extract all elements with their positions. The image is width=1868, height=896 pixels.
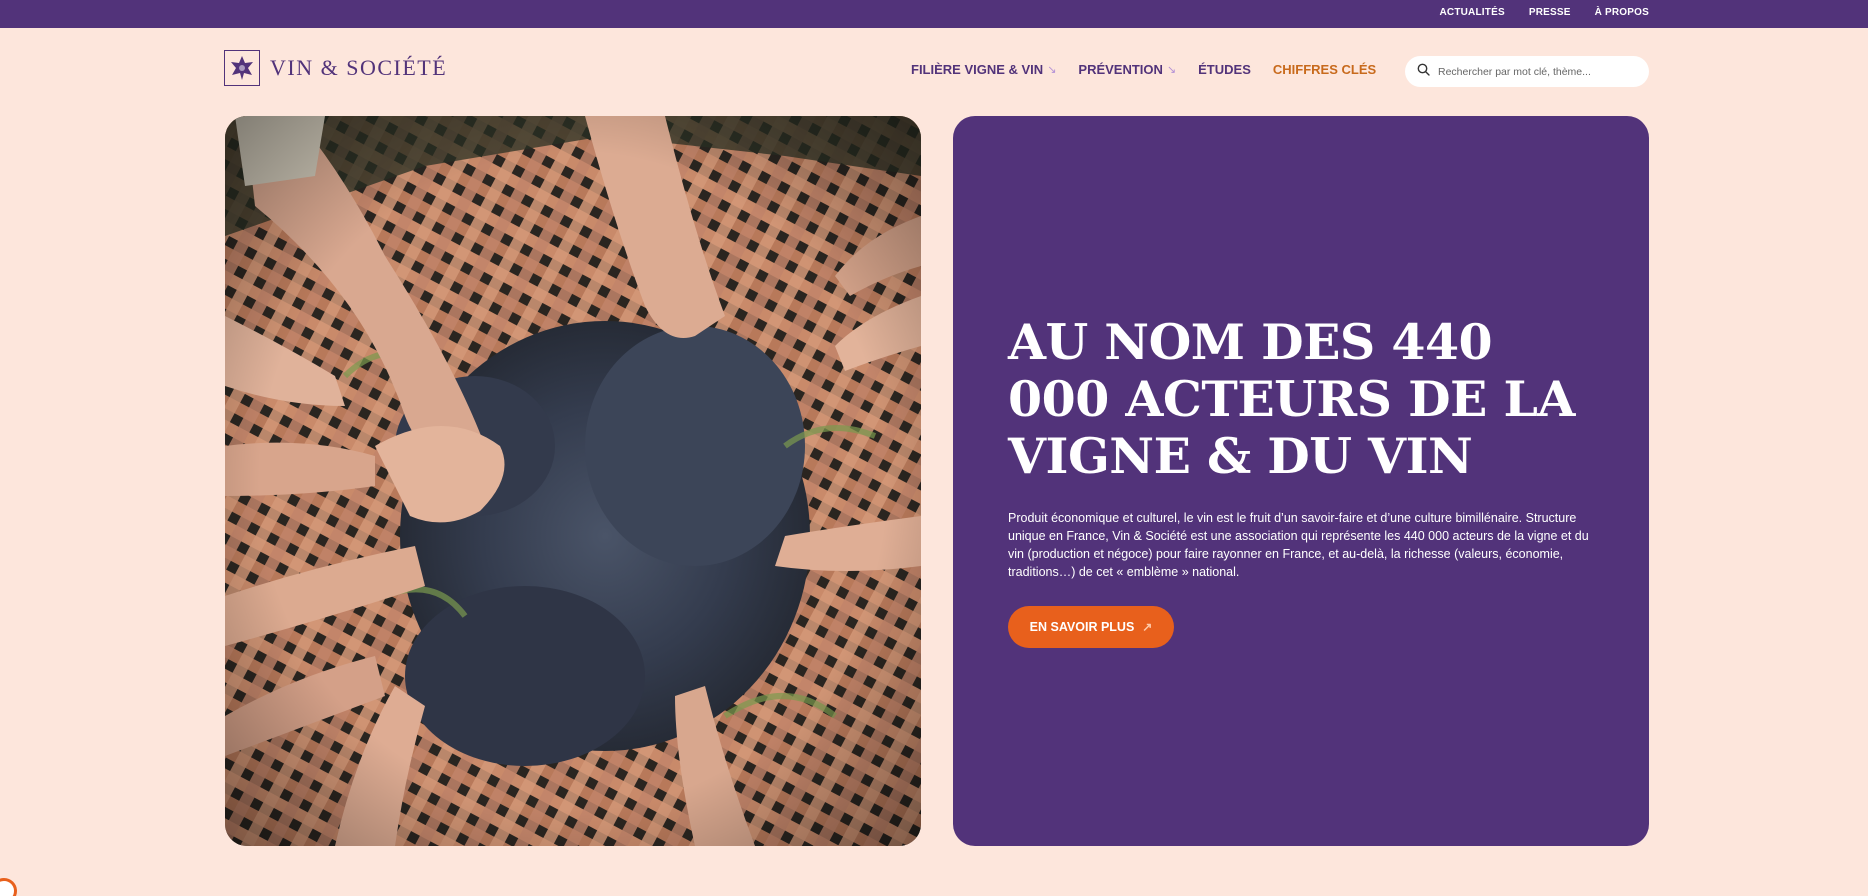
top-utility-bar: ACTUALITÉS PRESSE À PROPOS — [0, 0, 1868, 28]
grape-harvest-photo — [225, 116, 921, 846]
grape-leaf-icon — [224, 50, 260, 86]
nav-item-label: CHIFFRES CLÉS — [1272, 62, 1377, 77]
hero-card: AU NOM DES 440 000 ACTEURS DE LA VIGNE &… — [953, 116, 1649, 846]
nav-item-etudes[interactable]: ÉTUDES — [1198, 62, 1251, 77]
nav-item-label: PRÉVENTION — [1078, 62, 1163, 77]
nav-item-label: ÉTUDES — [1198, 62, 1251, 77]
utility-link-actualites[interactable]: ACTUALITÉS — [1439, 7, 1504, 18]
arrow-down-right-icon: ↘ — [1047, 64, 1057, 76]
site-logo[interactable]: VIN & SOCIÉTÉ — [224, 50, 447, 86]
hero-image — [225, 116, 921, 846]
nav-item-filiere[interactable]: FILIÈRE VIGNE & VIN ↘ — [911, 62, 1056, 77]
cta-label: EN SAVOIR PLUS — [1029, 620, 1135, 634]
hero-description: Produit économique et culturel, le vin e… — [1008, 511, 1589, 579]
arrow-down-right-icon: ↘ — [1166, 64, 1177, 76]
utility-link-a-propos[interactable]: À PROPOS — [1595, 7, 1649, 18]
arrow-up-right-icon: ↗ — [1142, 620, 1153, 634]
search-box — [1405, 56, 1649, 87]
search-input[interactable] — [1438, 65, 1638, 78]
en-savoir-plus-button[interactable]: EN SAVOIR PLUS ↗ — [1008, 606, 1174, 648]
nav-item-chiffres-cles[interactable]: CHIFFRES CLÉS — [1273, 62, 1376, 77]
utility-link-presse[interactable]: PRESSE — [1529, 7, 1571, 18]
search-icon[interactable] — [1417, 63, 1430, 81]
nav-item-prevention[interactable]: PRÉVENTION ↘ — [1078, 62, 1176, 77]
nav-item-label: FILIÈRE VIGNE & VIN — [911, 62, 1044, 77]
hero-title: AU NOM DES 440 000 ACTEURS DE LA VIGNE &… — [1008, 313, 1575, 485]
cookie-settings-icon[interactable] — [0, 878, 17, 896]
logo-text: VIN & SOCIÉTÉ — [270, 55, 448, 80]
utility-nav: ACTUALITÉS PRESSE À PROPOS — [1439, 7, 1649, 18]
main-nav: FILIÈRE VIGNE & VIN ↘ PRÉVENTION ↘ ÉTUDE… — [911, 62, 1376, 77]
